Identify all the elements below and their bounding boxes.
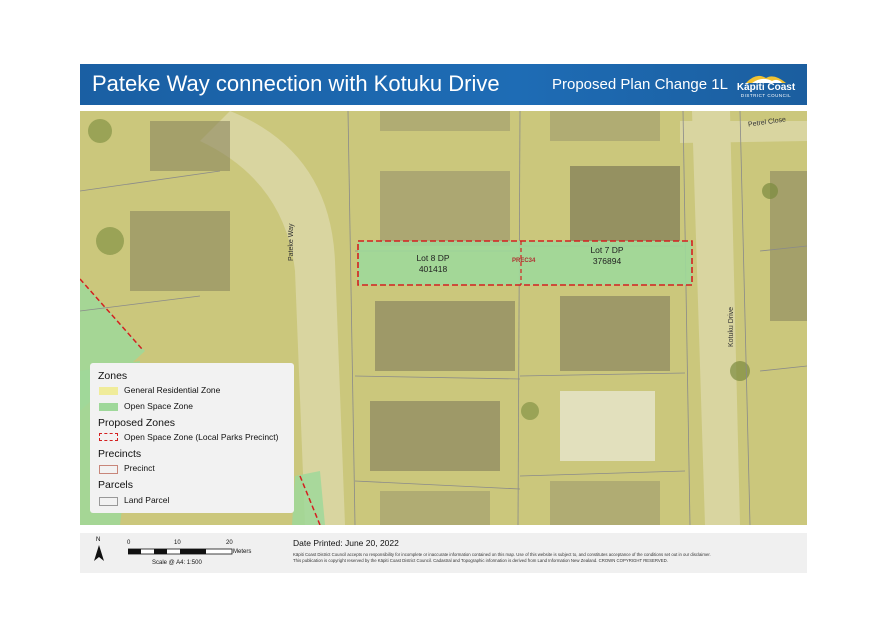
precinct-code-label: PREC34 bbox=[512, 258, 536, 264]
tree bbox=[521, 402, 539, 420]
plan-change-subtitle: Proposed Plan Change 1L bbox=[552, 76, 728, 93]
tree bbox=[762, 183, 778, 199]
house-roof bbox=[380, 171, 510, 246]
house-roof bbox=[150, 121, 230, 171]
petrel-close-road bbox=[680, 121, 807, 143]
house-roof bbox=[560, 296, 670, 371]
north-arrow-icon bbox=[94, 545, 104, 561]
lot-7-line1: Lot 7 DP bbox=[590, 245, 624, 255]
lot-8-line1: Lot 8 DP bbox=[416, 253, 450, 263]
legend-precinct: Precinct bbox=[124, 463, 155, 473]
council-logo: Kāpiti Coast DISTRICT COUNCIL bbox=[732, 70, 800, 100]
lot-7-label: Lot 7 DP 376894 bbox=[572, 245, 642, 267]
house-roof bbox=[560, 391, 655, 461]
scale-tick-10: 10 bbox=[174, 540, 181, 546]
legend-parcels-heading: Parcels bbox=[98, 479, 134, 491]
scale-unit: Meters bbox=[233, 549, 252, 555]
lot-8-label: Lot 8 DP 401418 bbox=[398, 253, 468, 275]
tree bbox=[88, 119, 112, 143]
lot-8-line2: 401418 bbox=[418, 264, 448, 274]
map-header: Pateke Way connection with Kotuku Drive … bbox=[80, 64, 807, 105]
disclaimer-line-2: This publication is copyright reserved b… bbox=[293, 558, 668, 563]
house-roof bbox=[570, 166, 680, 241]
house-roof bbox=[370, 401, 500, 471]
logo-text: Kāpiti Coast bbox=[736, 82, 796, 93]
logo-subtext: DISTRICT COUNCIL bbox=[740, 93, 792, 98]
scale-tick-0: 0 bbox=[127, 540, 131, 546]
north-label: N bbox=[96, 537, 101, 543]
scale-tick-20: 20 bbox=[226, 540, 233, 546]
lot-7-line2: 376894 bbox=[592, 256, 622, 266]
kotuku-drive-label: Kotuku Drive bbox=[728, 306, 735, 347]
disclaimer: Kāpiti Coast District Council accepts no… bbox=[293, 552, 793, 564]
parcel-swatch bbox=[99, 497, 118, 506]
house-roof bbox=[380, 111, 510, 131]
house-roof bbox=[380, 491, 490, 525]
residential-swatch bbox=[99, 387, 118, 395]
house-roof bbox=[550, 481, 660, 525]
tree bbox=[96, 227, 124, 255]
scale-bar bbox=[128, 548, 233, 555]
legend-proposed-open-space: Open Space Zone (Local Parks Precinct) bbox=[124, 432, 279, 442]
legend-zones-heading: Zones bbox=[98, 370, 128, 382]
open-space-swatch bbox=[99, 403, 118, 411]
tree bbox=[730, 361, 750, 381]
legend-land-parcel: Land Parcel bbox=[124, 495, 170, 505]
house-roof bbox=[130, 211, 230, 291]
map-footer: N 0 10 20 Meters Scale @ A4: 1:500 Date … bbox=[80, 533, 807, 573]
legend-open-space: Open Space Zone bbox=[124, 401, 193, 411]
scale-note: Scale @ A4: 1:500 bbox=[152, 560, 202, 566]
date-printed: Date Printed: June 20, 2022 bbox=[293, 538, 399, 548]
map-title: Pateke Way connection with Kotuku Drive bbox=[92, 71, 500, 96]
precinct-swatch bbox=[99, 465, 118, 474]
legend-proposed-heading: Proposed Zones bbox=[98, 417, 176, 429]
map-legend: Zones General Residential Zone Open Spac… bbox=[90, 363, 294, 513]
pateke-way-label: Pateke Way bbox=[288, 223, 295, 261]
legend-residential: General Residential Zone bbox=[124, 385, 221, 395]
proposed-swatch bbox=[99, 433, 118, 441]
house-roof bbox=[550, 111, 660, 141]
house-roof bbox=[375, 301, 515, 371]
open-space-zone-bottom bbox=[292, 471, 325, 525]
legend-precincts-heading: Precincts bbox=[98, 448, 142, 460]
